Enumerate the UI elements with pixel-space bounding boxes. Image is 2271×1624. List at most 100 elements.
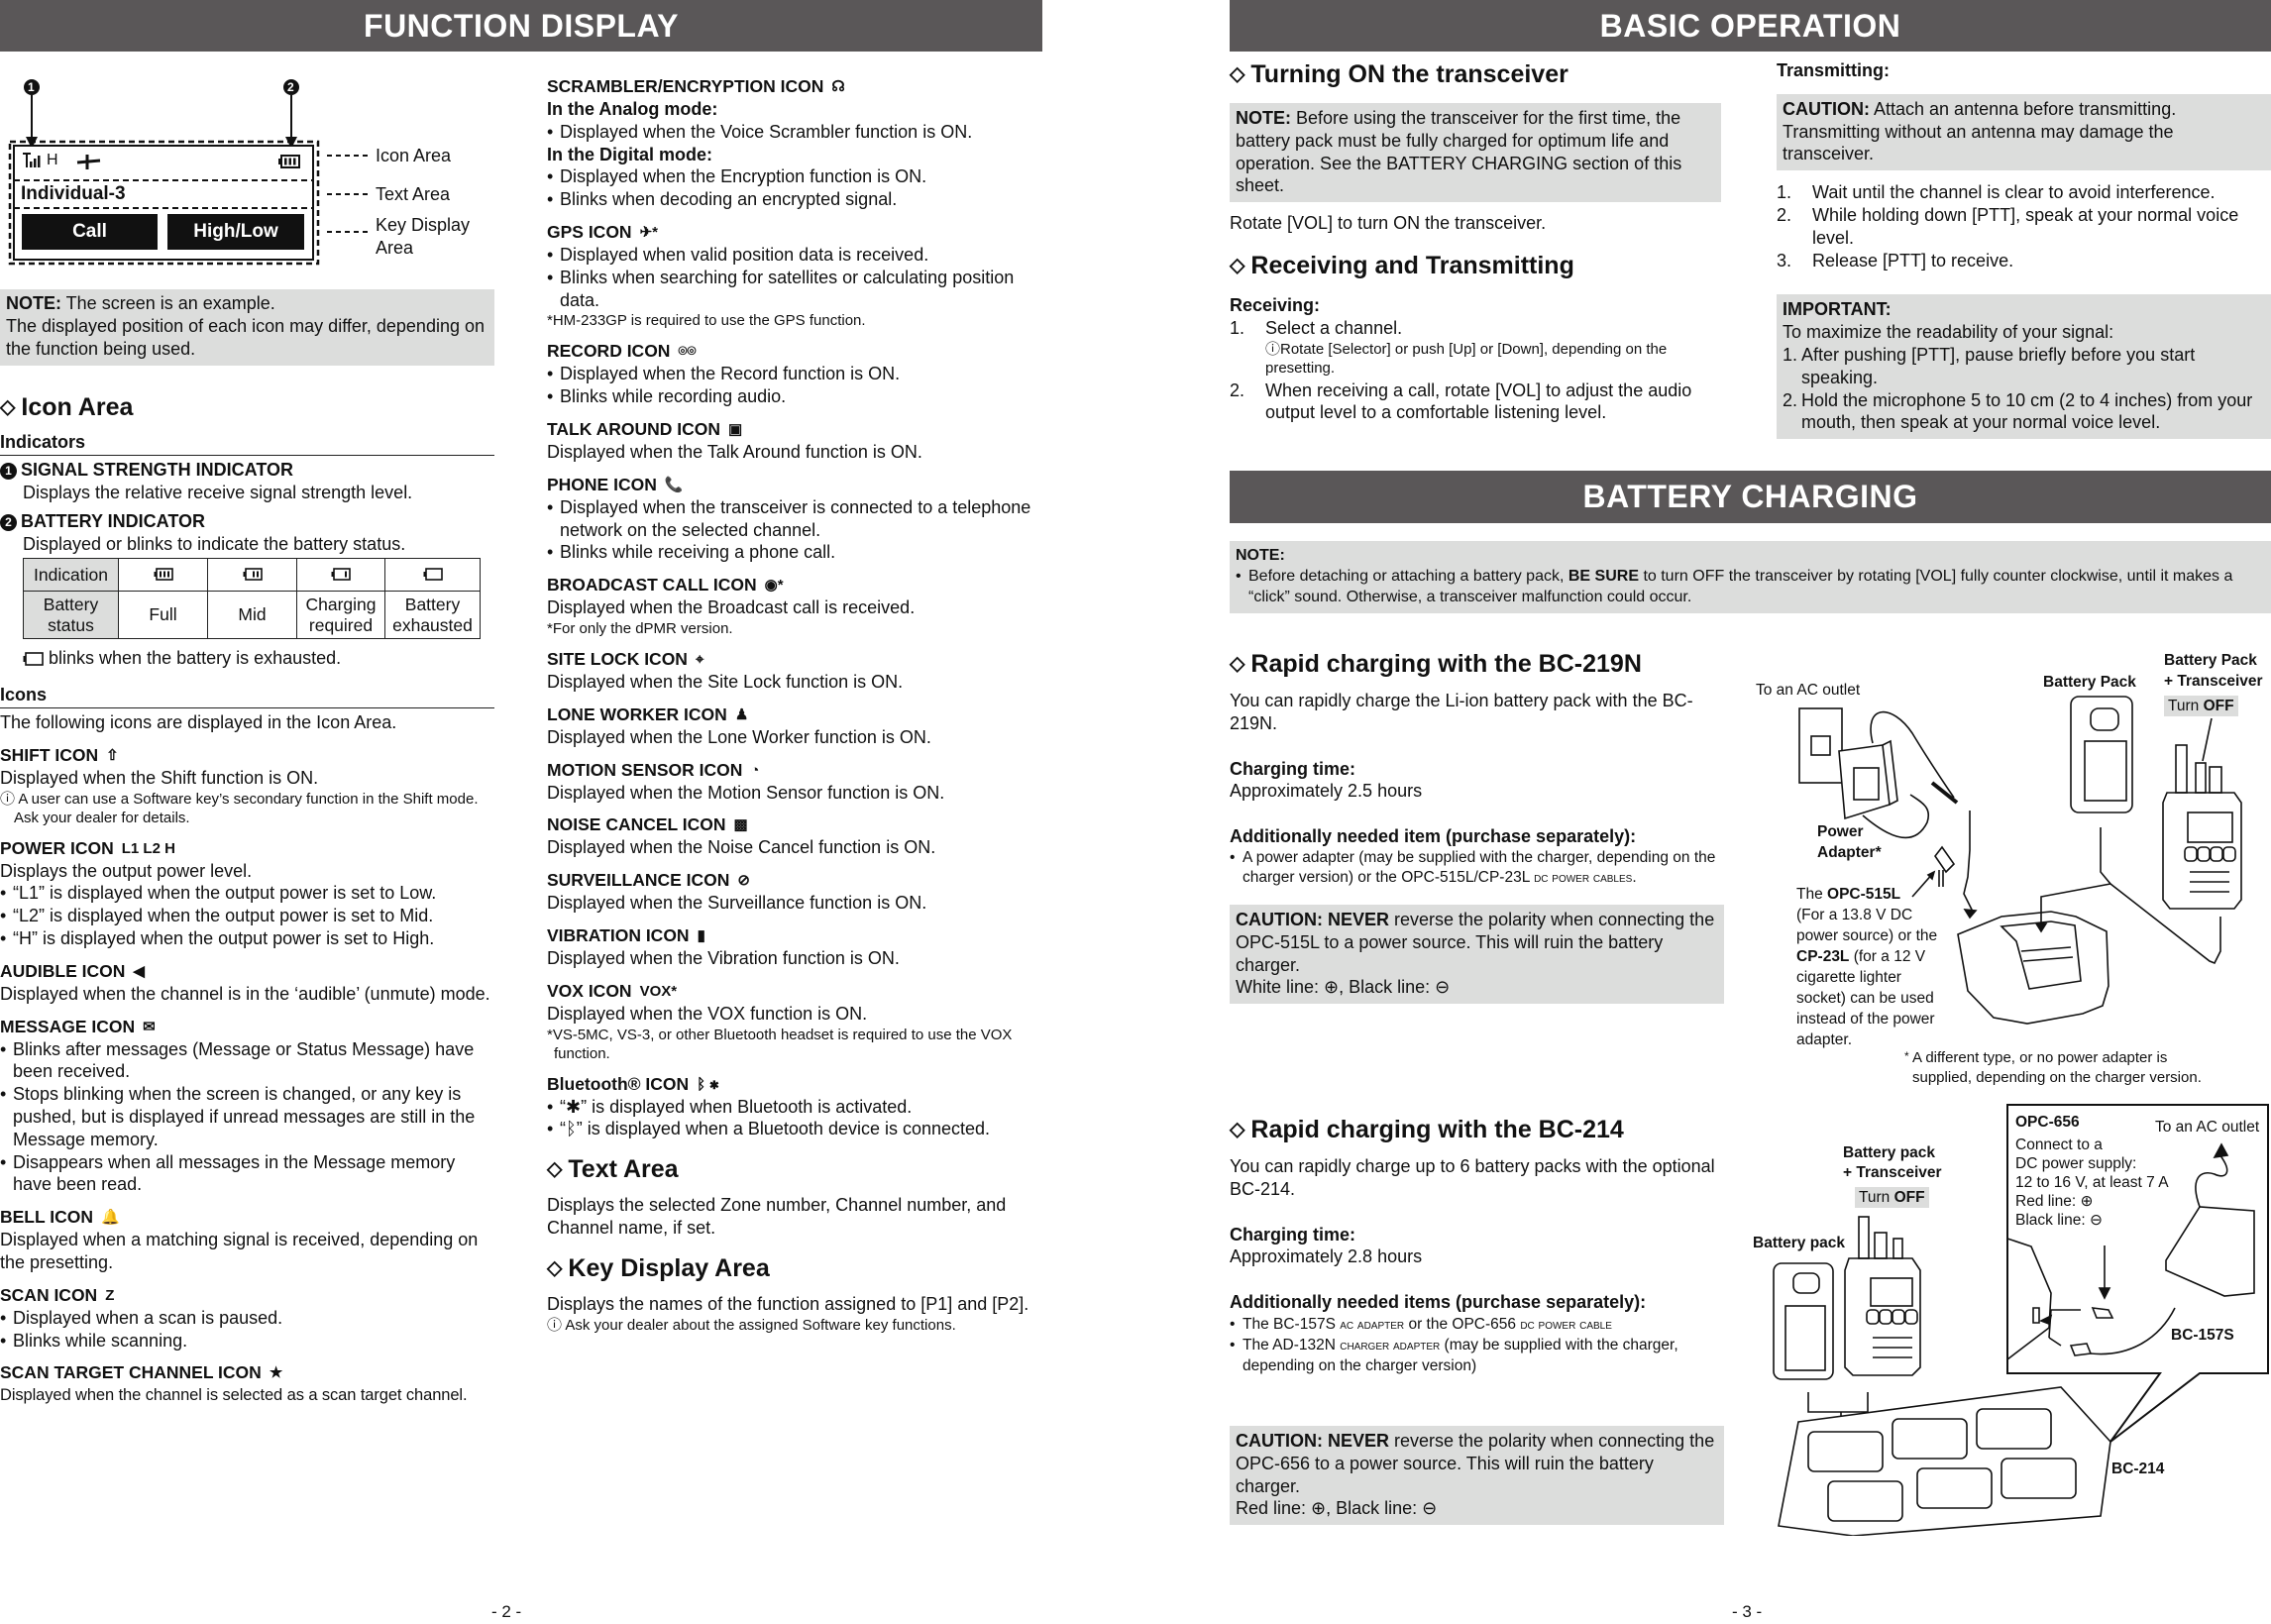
bp-transceiver-label-1: Battery pack — [1843, 1144, 1936, 1161]
description: Displayed when the Surveillance function… — [547, 893, 927, 914]
key-display-area-label-2: Area — [376, 238, 414, 258]
text-area-heading-text: Text Area — [568, 1155, 679, 1184]
bc214-heading-text: Rapid charging with the BC-214 — [1250, 1116, 1624, 1143]
mode-subtitle: In the Analog mode: — [547, 99, 718, 119]
icon-description: PHONE ICON📞Displayed when the transceive… — [547, 474, 1044, 564]
bc214-needed-item-1: The BC-157S ac adapter or the OPC-656 dc… — [1230, 1314, 1724, 1335]
icon-description: SURVEILLANCE ICON ⊘ Displayed when the Sur… — [547, 869, 1044, 915]
note-label: NOTE: — [1236, 108, 1291, 128]
description: Displayed when the Vibration function is… — [547, 947, 900, 968]
icon-description-title: SURVEILLANCE ICON ⊘ — [547, 870, 750, 891]
status-battery-exhausted: Battery exhausted — [384, 591, 481, 640]
bc219n-diagram: To an AC outlet Battery Pack Battery Pac… — [1734, 634, 2271, 1100]
description: Displayed when the VOX function is ON. — [547, 1003, 868, 1024]
note-label: NOTE: — [6, 293, 61, 313]
description: Displays the output power level. — [0, 860, 253, 881]
note-bullet: Before detaching or attaching a battery … — [1236, 566, 2265, 607]
scan-icon: Z — [105, 1286, 115, 1304]
icon-description-title: TALK AROUND ICON ▣ — [547, 418, 743, 439]
note-label: NOTE: — [1236, 547, 1285, 564]
softkey-high-low: High/Low — [193, 221, 278, 242]
site-lock-icon: ⌖ — [695, 650, 704, 668]
caution-polarity: White line: ⊕, Black line: ⊖ — [1236, 977, 1451, 998]
footnote: *HM-233GP is required to use the GPS fun… — [547, 312, 866, 330]
icon-description-title: SCRAMBLER/ENCRYPTION ICON ☊ — [547, 76, 845, 96]
icon-description: LONE WORKER ICON ♟ Displayed when the Lone… — [547, 704, 1044, 749]
icon-description-title: NOISE CANCEL ICON ▩ — [547, 814, 748, 835]
bell-icon: 🔔 — [101, 1209, 120, 1227]
diamond-icon: ◇ — [1230, 1119, 1245, 1140]
rx-tx-heading-text: Receiving and Transmitting — [1250, 251, 1574, 279]
bc219n-needed-item: A power adapter (may be supplied with th… — [1230, 848, 1724, 888]
battery-full-icon — [118, 558, 208, 593]
battery-blink-text: blinks when the battery is exhausted. — [49, 648, 342, 669]
icon-description: AUDIBLE ICON ◀ Displayed when the channel … — [0, 960, 494, 1006]
key-display-heading-text: Key Display Area — [568, 1253, 770, 1282]
star-icon: ★ — [269, 1364, 283, 1382]
description: Displayed when a matching signal is rece… — [0, 1230, 479, 1272]
power-level-indicator: H — [47, 152, 58, 168]
icon-description-title: VIBRATION ICON ▮ — [547, 924, 705, 945]
icon-description: TALK AROUND ICON ▣ Displayed when the Talk… — [547, 418, 1044, 464]
description: Displayed when the Noise Cancel function… — [547, 837, 936, 858]
bc214-heading: ◇ Rapid charging with the BC-214 — [1230, 1115, 1724, 1146]
lone-worker-icon: ♟ — [734, 705, 749, 723]
icon-description-title: SHIFT ICON ⇧ — [0, 744, 119, 765]
bc214-section: ◇ Rapid charging with the BC-214 You can … — [1230, 1115, 1724, 1526]
bullet-item: Blinks when searching for satellites or … — [547, 267, 1044, 312]
icon-description: VIBRATION ICON ▮ Displayed when the Vibrat… — [547, 924, 1044, 970]
battery-pack-icon — [2070, 696, 2133, 813]
text-area-desc: Displays the selected Zone number, Chann… — [547, 1195, 1007, 1238]
icon-description: MESSAGE ICON✉Blinks after messages (Mess… — [0, 1016, 494, 1197]
important-item-1: 1. After pushing [PTT], pause briefly bef… — [1783, 344, 2196, 387]
bullet-item: Blinks after messages (Message or Status… — [0, 1038, 494, 1084]
surveillance-icon: ⊘ — [737, 872, 750, 890]
marker-2-number: 2 — [287, 80, 294, 94]
bc219n-section: ◇ Rapid charging with the BC-219N You can… — [1230, 649, 1724, 1005]
description: Displayed when the Broadcast call is rec… — [547, 597, 916, 618]
turning-on-heading-text: Turning ON the transceiver — [1250, 60, 1568, 88]
transmitting-step-1: 1. Wait until the channel is clear to avo… — [1777, 182, 2216, 203]
description: Displayed when the Lone Worker function … — [547, 726, 931, 747]
wall-outlet-icon — [1798, 707, 1843, 784]
bc219n-time-title: Charging time: — [1230, 758, 1356, 779]
description: Displayed when the Site Lock function is… — [547, 671, 904, 692]
transmitting-step-3: 3. Release [PTT] to receive. — [1777, 250, 2014, 271]
dc-supply-spec: Connect to a DC power supply: 12 to 16 V… — [2015, 1137, 2169, 1229]
talk-around-icon: ▣ — [727, 420, 743, 438]
scrambler-icon: ☊ — [831, 78, 845, 95]
description: Displayed when the Motion Sensor functio… — [547, 782, 945, 803]
channel-name-display: Individual-3 — [21, 183, 126, 204]
indicators-title: Indicators — [0, 431, 494, 457]
table-header-battery-status: Battery status — [23, 591, 119, 640]
bc219n-charger-icon — [1957, 911, 2109, 1025]
description: Displayed when the channel is selected a… — [0, 1386, 468, 1405]
bullet-item: Disappears when all messages in the Mess… — [0, 1151, 494, 1197]
left-column-1: NOTE: The screen is an example. The disp… — [0, 289, 494, 1407]
bullet-item: “L1” is displayed when the output power … — [0, 882, 494, 905]
icon-description: BELL ICON 🔔 Displayed when a matching sign… — [0, 1206, 494, 1274]
bp-transceiver-label-2: + Transceiver — [1843, 1164, 1942, 1181]
motion-sensor-icon: ◔ — [750, 761, 760, 779]
shift-icon: ⇧ — [106, 746, 119, 764]
bc214-illustration — [1773, 1104, 2269, 1536]
icon-description-title: SCAN TARGET CHANNEL ICON ★ — [0, 1362, 283, 1383]
turning-on-heading: ◇ Turning ON the transceiver — [1230, 59, 1721, 91]
description: Displayed when the Talk Around function … — [547, 441, 922, 462]
icons-intro: The following icons are displayed in the… — [0, 711, 397, 732]
icon-description-title: SITE LOCK ICON ⌖ — [547, 648, 704, 669]
bc214-diagram: Battery pack + Transceiver Turn OFF Batt… — [1734, 1100, 2271, 1536]
vibration-icon: ▮ — [697, 926, 705, 944]
gps-icon: ✈* — [639, 223, 658, 241]
caution-label: CAUTION: — [1783, 98, 1870, 119]
battery-pack-label: Battery pack — [1753, 1235, 1846, 1251]
battery-pack-icon — [1773, 1262, 1834, 1380]
text-area-heading: ◇ Text Area — [547, 1154, 1044, 1186]
mode-subtitle: In the Digital mode: — [547, 144, 713, 164]
turn-off-tag: Turn OFF — [1855, 1187, 1929, 1208]
transmitting-step-2: 2. While holding down [PTT], speak at you… — [1777, 204, 2239, 248]
battery-charging-note: NOTE: Before detaching or attaching a ba… — [1230, 541, 2271, 613]
icon-description: NOISE CANCEL ICON ▩ Displayed when the Noi… — [547, 813, 1044, 859]
icons-title: Icons — [0, 684, 494, 708]
key-display-area-heading: ◇ Key Display Area — [547, 1253, 1044, 1285]
